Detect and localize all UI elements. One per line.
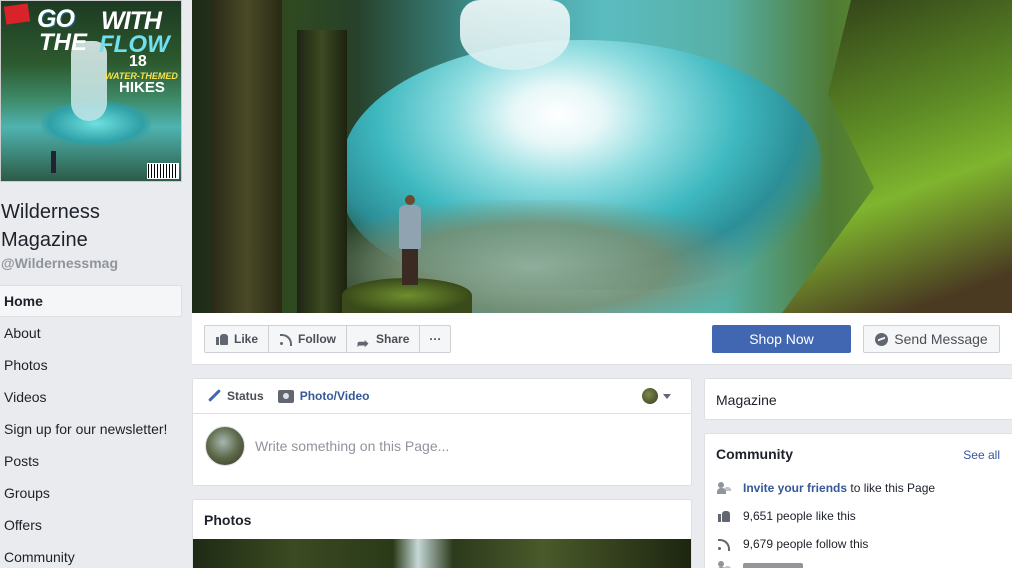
nav-item-photos[interactable]: Photos <box>0 349 182 381</box>
invite-friends-row: Invite your friends to like this Page <box>717 479 935 497</box>
nav-item-community[interactable]: Community <box>0 541 182 568</box>
thumbs-up-icon <box>717 509 733 523</box>
camera-icon <box>277 389 294 403</box>
cover-badge <box>3 3 31 25</box>
likes-row: 9,651 people like this <box>717 507 856 525</box>
cover-barcode <box>147 163 179 179</box>
friends-icon <box>717 560 733 568</box>
nav-item-videos[interactable]: Videos <box>0 381 182 413</box>
photos-card: Photos <box>192 499 692 568</box>
follow-label: Follow <box>298 332 337 346</box>
likes-count: 9,651 people like this <box>743 509 856 523</box>
cover-tree-art-2 <box>297 30 347 313</box>
thumbs-up-icon <box>215 332 229 346</box>
tab-photo-video-label: Photo/Video <box>299 389 370 403</box>
pencil-icon <box>207 389 221 403</box>
nav-item-offers[interactable]: Offers <box>0 509 182 541</box>
follows-row: 9,679 people follow this <box>717 535 868 553</box>
share-icon <box>357 330 371 356</box>
post-composer: Status Photo/Video <box>192 378 692 486</box>
profile-picture[interactable]: GO WITH THE FLOW 18 WATER-THEMED HIKES <box>0 0 182 182</box>
cover-waterfall-art <box>460 0 570 70</box>
friends-like-row <box>717 558 803 568</box>
caret-down-icon <box>663 393 671 399</box>
truncated-text <box>743 563 803 568</box>
cover-number: 18 <box>129 53 147 70</box>
follow-icon <box>717 537 733 551</box>
nav-item-home[interactable]: Home <box>0 285 182 317</box>
post-as-selector[interactable] <box>642 388 671 404</box>
page-action-bar: Like Follow Share ··· Shop Now Send Mess… <box>192 313 1012 365</box>
more-options-button[interactable]: ··· <box>420 326 450 352</box>
post-input[interactable] <box>255 436 655 456</box>
follows-count: 9,679 people follow this <box>743 537 869 551</box>
invite-friends-text: to like this Page <box>847 481 936 495</box>
nav-item-newsletter[interactable]: Sign up for our newsletter! <box>0 413 182 445</box>
page-title[interactable]: Wilderness Magazine <box>1 198 181 254</box>
avatar[interactable] <box>205 426 245 466</box>
page-action-group: Like Follow Share ··· <box>204 325 452 356</box>
cover-headline-the: THE <box>39 29 87 56</box>
cover-hikes: HIKES <box>119 79 165 96</box>
nav-item-about[interactable]: About <box>0 317 182 349</box>
share-label: Share <box>376 332 410 346</box>
nav-item-groups[interactable]: Groups <box>0 477 182 509</box>
nav-item-posts[interactable]: Posts <box>0 445 182 477</box>
category-card: Magazine <box>704 378 1012 420</box>
page-avatar-mini <box>642 388 658 404</box>
composer-body <box>193 414 691 486</box>
send-message-button[interactable]: Send Message <box>863 325 1000 353</box>
share-button[interactable]: Share <box>347 326 421 356</box>
tab-status-label: Status <box>227 389 264 403</box>
follow-button[interactable]: Follow <box>269 326 348 352</box>
cover-photo[interactable] <box>192 0 1012 313</box>
cover-hiker-art <box>397 195 423 295</box>
invite-friends-link[interactable]: Invite your friends <box>743 481 847 495</box>
page-category[interactable]: Magazine <box>716 392 777 408</box>
tab-status[interactable]: Status <box>207 389 264 403</box>
page-nav: Home About Photos Videos Sign up for our… <box>0 285 182 568</box>
like-label: Like <box>234 332 259 346</box>
tab-photo-video[interactable]: Photo/Video <box>277 389 370 403</box>
friends-icon <box>717 481 733 495</box>
follow-icon <box>279 332 293 346</box>
page-handle[interactable]: @Wildernessmag <box>1 255 118 271</box>
shop-now-button[interactable]: Shop Now <box>712 325 851 353</box>
composer-tabs: Status Photo/Video <box>193 379 691 414</box>
see-all-link[interactable]: See all <box>963 448 1000 462</box>
cover-tree-art <box>212 0 282 313</box>
photos-title[interactable]: Photos <box>204 512 251 528</box>
like-button[interactable]: Like <box>205 326 270 352</box>
community-card: Community See all Invite your friends to… <box>704 433 1012 568</box>
send-message-label: Send Message <box>894 331 988 347</box>
photo-thumbnail[interactable] <box>193 539 691 568</box>
cover-hiker-art <box>51 151 56 173</box>
community-title: Community <box>716 446 793 462</box>
messenger-icon <box>875 332 889 346</box>
left-column: GO WITH THE FLOW 18 WATER-THEMED HIKES W… <box>0 0 186 568</box>
